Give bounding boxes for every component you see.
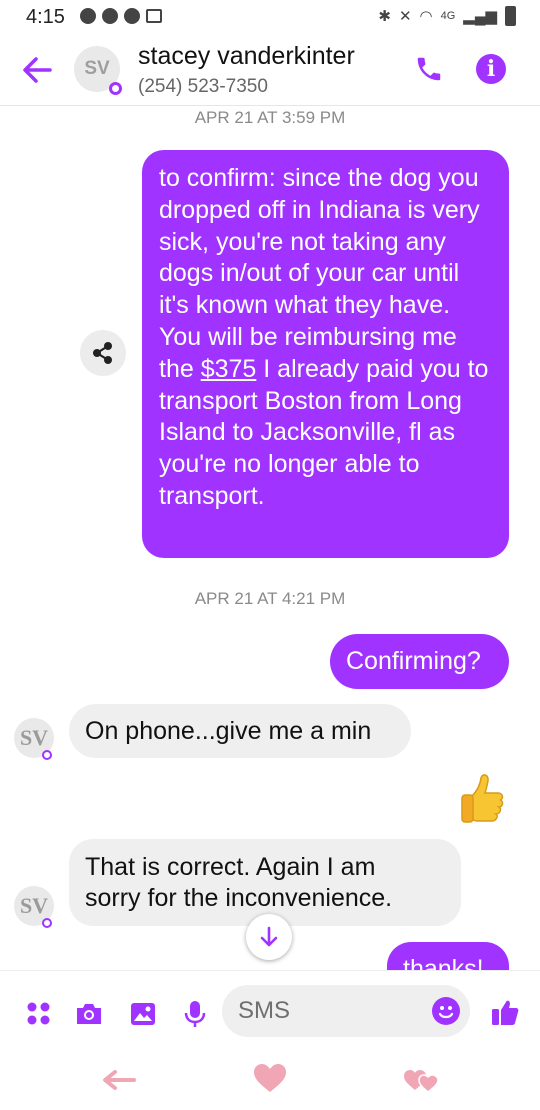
message-text-line: That is correct. Again I am [85,853,376,881]
back-nav-icon[interactable] [100,1068,136,1092]
avatar-initials: SV [19,893,49,918]
contact-name[interactable]: stacey vanderkinter [138,42,355,71]
system-icons: ✱ ✕ ◠ 4G ▂▄▆ [378,6,516,26]
sms-indicator-icon [109,82,122,95]
message-input-container[interactable] [222,985,470,1037]
camera-icon[interactable] [74,999,104,1029]
network-type: 4G [440,10,456,22]
contact-avatar-small[interactable]: SV [14,718,54,760]
gallery-icon[interactable] [128,999,158,1029]
like-thumb-icon[interactable] [490,997,520,1027]
message-composer [0,970,540,1054]
back-arrow-icon[interactable] [22,56,52,84]
outgoing-message[interactable]: Confirming? [330,634,509,689]
outgoing-message[interactable]: thanks! [387,942,509,972]
contact-avatar-small[interactable]: SV [14,886,54,928]
sms-indicator-icon [42,918,52,928]
home-heart-icon[interactable] [252,1062,288,1094]
emoji-icon[interactable] [432,997,460,1025]
incoming-message[interactable]: That is correct. Again I am sorry for th… [69,839,461,926]
message-text: Confirming? [346,647,481,675]
recents-hearts-icon[interactable] [402,1066,440,1094]
system-navigation-bar [0,1054,540,1110]
messenger-notification-icon [80,8,96,24]
microphone-icon[interactable] [180,999,210,1029]
outgoing-message[interactable]: to confirm: since the dog you dropped of… [142,150,509,558]
timestamp: APR 21 AT 4:21 PM [194,589,346,608]
ball-notification-icon-2 [124,8,140,24]
battery-icon [505,6,516,26]
contact-phone: (254) 523-7350 [138,76,268,97]
conversation-header: SV stacey vanderkinter (254) 523-7350 i [0,34,540,106]
sms-indicator-icon [42,750,52,760]
image-notification-icon [146,9,162,23]
thumbs-up-emoji-icon[interactable] [458,772,506,824]
status-bar: 4:15 ✱ ✕ ◠ 4G ▂▄▆ [0,0,540,34]
more-actions-icon[interactable] [24,999,54,1029]
info-icon[interactable]: i [476,54,506,84]
bluetooth-icon: ✱ [378,8,391,25]
scroll-to-bottom-button[interactable] [246,914,292,960]
contact-avatar[interactable]: SV [74,46,122,95]
sms-input[interactable] [238,997,418,1025]
status-time: 4:15 [26,6,65,28]
ball-notification-icon [102,8,118,24]
mute-icon: ✕ [398,8,412,25]
timestamp: APR 21 AT 3:59 PM [194,108,346,127]
signal-icon: ▂▄▆ [463,8,497,25]
share-icon[interactable] [80,330,126,376]
message-text: to confirm: since the dog you dropped of… [159,164,480,383]
avatar-initials: SV [19,725,49,750]
notification-icons [80,8,162,24]
message-text: On phone...give me a min [85,717,372,745]
phone-call-icon[interactable] [414,54,444,84]
avatar-initials: SV [84,58,110,79]
wifi-icon: ◠ [419,8,433,25]
message-text-line: sorry for the inconvenience. [85,884,393,912]
incoming-message[interactable]: On phone...give me a min [69,704,411,758]
amount-link[interactable]: $375 [201,355,257,383]
